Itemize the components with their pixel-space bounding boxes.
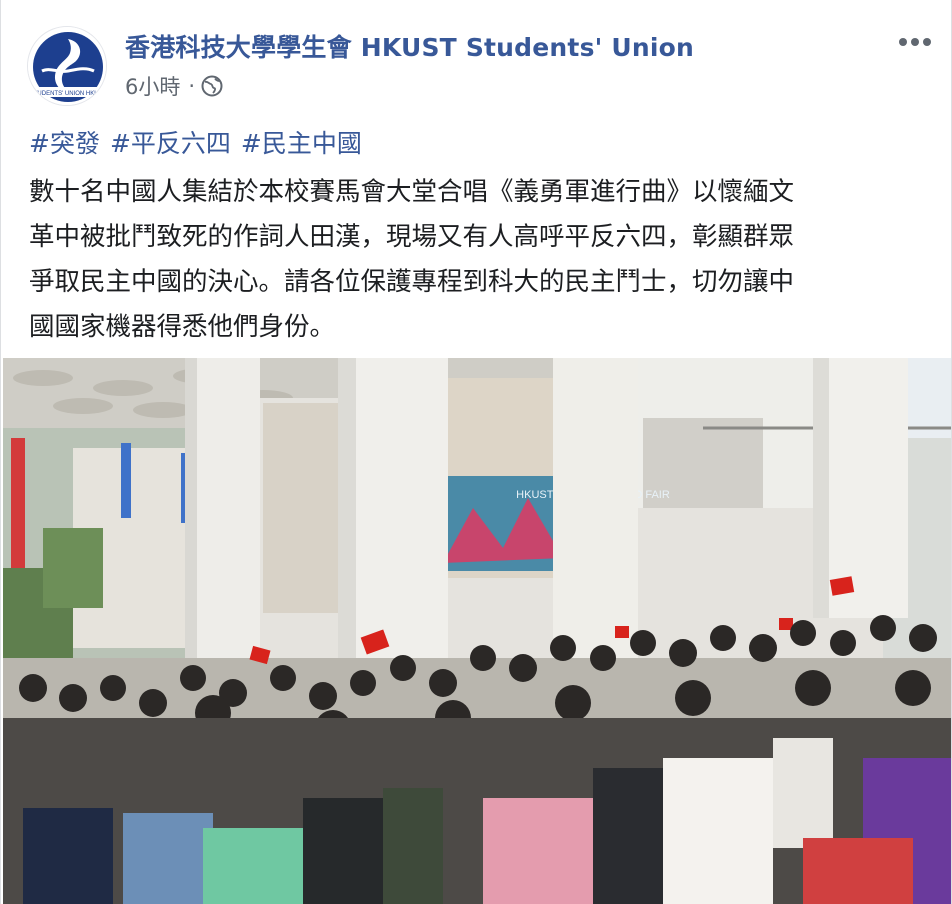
post-body-line: 數十名中國人集結於本校賽馬會大堂合唱《義勇軍進行曲》以懷緬文 — [29, 177, 795, 207]
hashtag-row: #突發 #平反六四 #民主中國 — [29, 124, 362, 160]
avatar-text: STUDENTS' UNION HKUST — [30, 91, 107, 97]
post-body: 數十名中國人集結於本校賽馬會大堂合唱《義勇軍進行曲》以懷緬文 革中被批鬥致死的作… — [29, 170, 934, 350]
facebook-post: STUDENTS' UNION HKUST 香港科技大學學生會 HKUST St… — [0, 0, 952, 904]
post-timestamp[interactable]: 6小時 — [125, 71, 180, 101]
post-body-line: 革中被批鬥致死的作詞人田漢，現場又有人高呼平反六四，彰顯群眾 — [29, 222, 795, 252]
hashtag-link[interactable]: #突發 — [29, 124, 100, 160]
more-horizontal-icon — [899, 38, 931, 46]
globe-icon[interactable] — [201, 75, 223, 97]
post-meta: 6小時 · — [125, 72, 223, 100]
more-options-button[interactable] — [893, 24, 937, 60]
crowd-photo: HKUST STUDY ABROAD FAIR — [3, 358, 951, 904]
hashtag-link[interactable]: #平反六四 — [110, 124, 231, 160]
page-name-link[interactable]: 香港科技大學學生會 HKUST Students' Union — [125, 28, 694, 64]
post-body-line: 國國家機器得悉他們身份。 — [29, 312, 336, 342]
post-photo[interactable]: HKUST STUDY ABROAD FAIR — [3, 358, 951, 904]
hkust-su-logo: STUDENTS' UNION HKUST — [28, 27, 107, 105]
hashtag-link[interactable]: #民主中國 — [241, 124, 362, 160]
page-avatar[interactable]: STUDENTS' UNION HKUST — [27, 26, 107, 106]
post-body-line: 爭取民主中國的決心。請各位保護專程到科大的民主鬥士，切勿讓中 — [29, 267, 795, 297]
meta-separator: · — [188, 74, 196, 98]
